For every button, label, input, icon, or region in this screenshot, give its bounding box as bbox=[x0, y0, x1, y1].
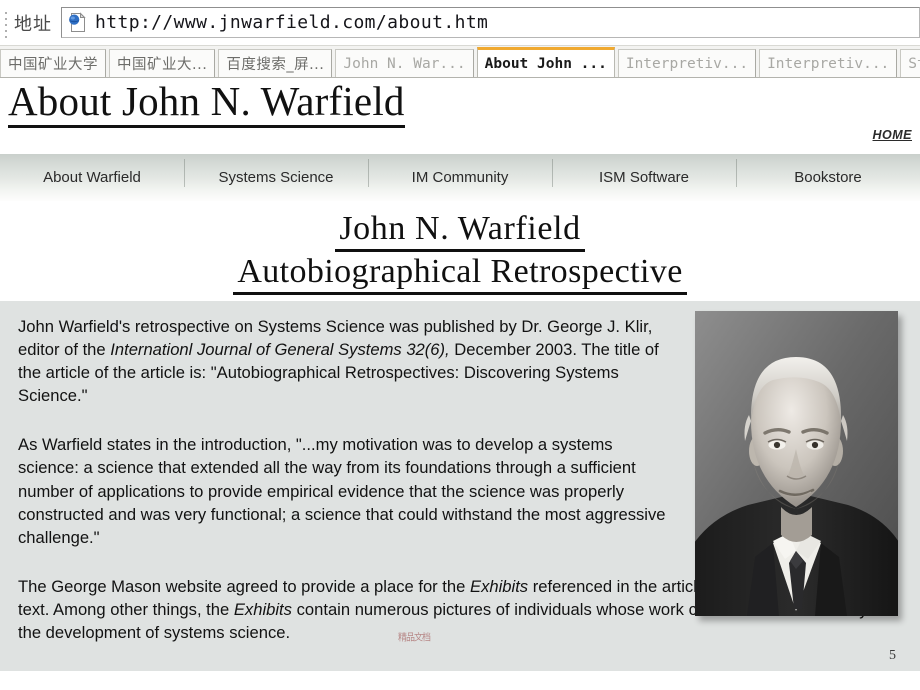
p3-text-a: The George Mason website agreed to provi… bbox=[18, 576, 470, 596]
browser-address-bar: 地址 http://www.jnwarfield.com/about.htm bbox=[0, 0, 920, 45]
url-text[interactable]: http://www.jnwarfield.com/about.htm bbox=[95, 12, 488, 33]
nav-item-about-warfield[interactable]: About Warfield bbox=[0, 169, 184, 186]
home-link[interactable]: HOME bbox=[873, 128, 913, 142]
url-input-container[interactable]: http://www.jnwarfield.com/about.htm bbox=[61, 7, 920, 38]
article-headline: John N. Warfield Autobiographical Retros… bbox=[0, 201, 920, 302]
paragraph-2: As Warfield states in the introduction, … bbox=[18, 435, 666, 547]
browser-tab-6[interactable]: Interpretiv... bbox=[617, 49, 757, 77]
site-nav-bar: About Warfield Systems Science IM Commun… bbox=[0, 154, 920, 201]
browser-tab-7[interactable]: Interpretiv... bbox=[759, 49, 898, 77]
browser-tab-strip: 中国矿业大学 中国矿业大... 百度搜索_屏... John N. War...… bbox=[0, 45, 920, 78]
nav-item-bookstore[interactable]: Bookstore bbox=[736, 159, 920, 187]
p1-journal-title: Internationl Journal of General Systems … bbox=[110, 340, 450, 360]
browser-tab-4[interactable]: John N. War... bbox=[335, 49, 474, 77]
article-content: John Warfield's retrospective on Systems… bbox=[0, 301, 920, 672]
headline-line-1: John N. Warfield bbox=[335, 210, 585, 253]
address-bar-label: 地址 bbox=[14, 13, 52, 35]
paragraph-1: John Warfield's retrospective on Systems… bbox=[18, 315, 678, 407]
site-header: About John N. Warfield HOME bbox=[0, 78, 920, 154]
browser-tab-active-about-john[interactable]: About John ... bbox=[476, 47, 615, 77]
nav-item-systems-science[interactable]: Systems Science bbox=[184, 159, 368, 187]
page-title: About John N. Warfield bbox=[8, 79, 405, 129]
slide-page-number: 5 bbox=[889, 648, 896, 663]
p3-exhibits-2: Exhibits bbox=[233, 599, 292, 619]
portrait-image bbox=[695, 311, 898, 617]
p3-exhibits-1: Exhibits bbox=[470, 576, 529, 596]
nav-item-ism-software[interactable]: ISM Software bbox=[552, 159, 736, 187]
browser-tab-3[interactable]: 百度搜索_屏... bbox=[218, 49, 333, 77]
warfield-portrait-photo bbox=[695, 311, 898, 617]
headline-line-2: Autobiographical Retrospective bbox=[233, 253, 687, 296]
page-slide: About John N. Warfield HOME About Warfie… bbox=[0, 78, 920, 690]
toolbar-grip-handle[interactable] bbox=[2, 7, 11, 38]
nav-item-im-community[interactable]: IM Community bbox=[368, 159, 552, 187]
browser-tab-1[interactable]: 中国矿业大学 bbox=[0, 49, 106, 77]
page-globe-icon bbox=[67, 12, 88, 33]
browser-tab-2[interactable]: 中国矿业大... bbox=[109, 49, 216, 77]
browser-tab-8[interactable]: Str bbox=[900, 49, 920, 77]
